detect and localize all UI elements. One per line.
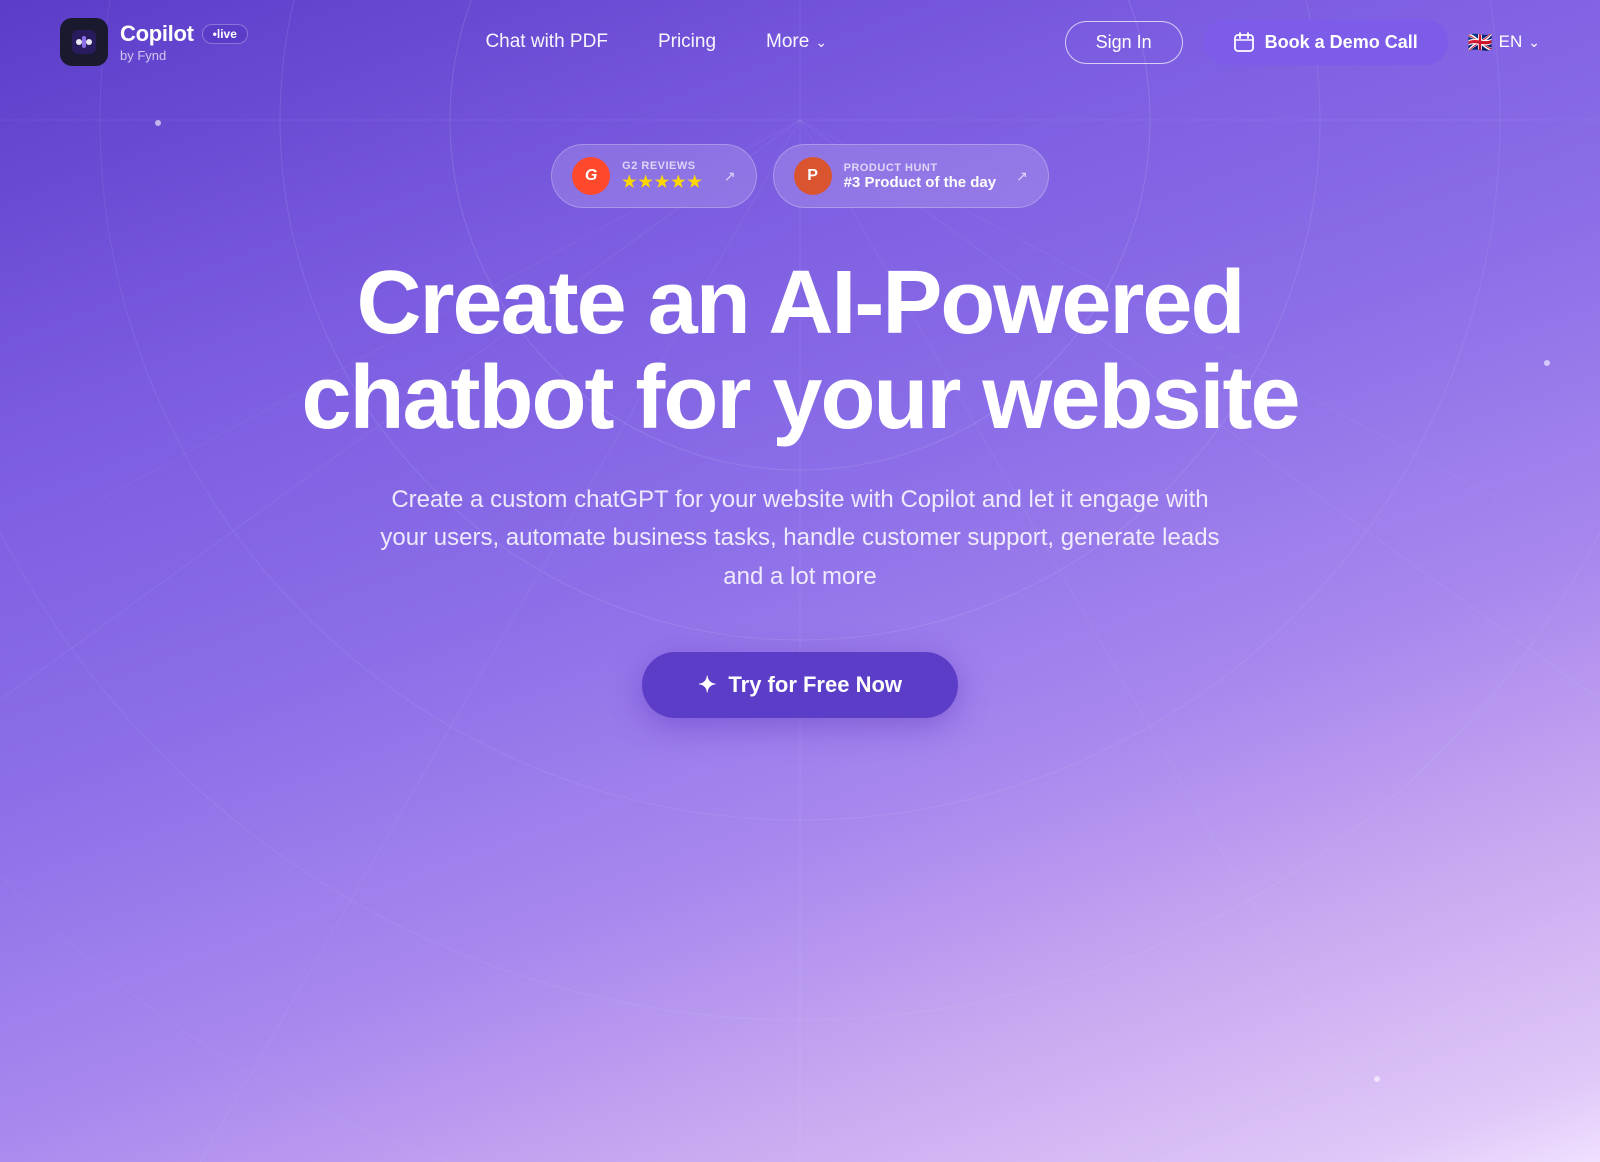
- chevron-down-icon: ⌄: [815, 34, 827, 51]
- g2-logo: G: [572, 157, 610, 195]
- navbar: Copilot •live by Fynd Chat with PDF Pric…: [0, 0, 1600, 84]
- nav-pricing[interactable]: Pricing: [658, 31, 716, 53]
- nav-links: Chat with PDF Pricing More ⌄: [485, 31, 827, 53]
- ph-badge-text: PRODUCT HUNT #3 Product of the day: [844, 162, 997, 191]
- language-selector[interactable]: 🇬🇧 EN ⌄: [1468, 30, 1540, 55]
- ph-logo: P: [794, 157, 832, 195]
- signin-button[interactable]: Sign In: [1065, 21, 1183, 64]
- sparkle-dot: [155, 120, 161, 126]
- nav-chat-with-pdf[interactable]: Chat with PDF: [485, 31, 607, 53]
- logo-name: Copilot: [120, 21, 194, 47]
- sparkle-icon: ✦: [698, 672, 716, 698]
- g2-badge-text: G2 REVIEWS ★★★★★: [622, 160, 704, 192]
- ph-arrow-icon: ↗: [1016, 168, 1028, 185]
- producthunt-badge[interactable]: P PRODUCT HUNT #3 Product of the day ↗: [773, 144, 1049, 208]
- g2-badge[interactable]: G G2 REVIEWS ★★★★★ ↗: [551, 144, 756, 208]
- badges-row: G G2 REVIEWS ★★★★★ ↗ P PRODUCT HUNT #3 P…: [551, 144, 1049, 208]
- lang-chevron-icon: ⌄: [1528, 34, 1540, 51]
- try-free-button[interactable]: ✦ Try for Free Now: [642, 652, 958, 718]
- nav-more[interactable]: More ⌄: [766, 31, 827, 53]
- nav-actions: Sign In Book a Demo Call 🇬🇧 EN ⌄: [1065, 19, 1540, 65]
- g2-arrow-icon: ↗: [724, 168, 736, 185]
- logo-icon: [60, 18, 108, 66]
- hero-subtitle: Create a custom chatGPT for your website…: [370, 481, 1230, 596]
- calendar-icon: [1233, 31, 1255, 53]
- live-badge: •live: [202, 24, 248, 44]
- logo[interactable]: Copilot •live by Fynd: [60, 18, 248, 66]
- hero-title: Create an AI-Powered chatbot for your we…: [250, 256, 1350, 445]
- book-demo-button[interactable]: Book a Demo Call: [1203, 19, 1448, 65]
- flag-icon: 🇬🇧: [1468, 30, 1493, 55]
- g2-stars: ★★★★★: [622, 172, 704, 192]
- hero-content: G G2 REVIEWS ★★★★★ ↗ P PRODUCT HUNT #3 P…: [0, 144, 1600, 1162]
- logo-sub: by Fynd: [120, 48, 248, 63]
- logo-text: Copilot •live by Fynd: [120, 21, 248, 63]
